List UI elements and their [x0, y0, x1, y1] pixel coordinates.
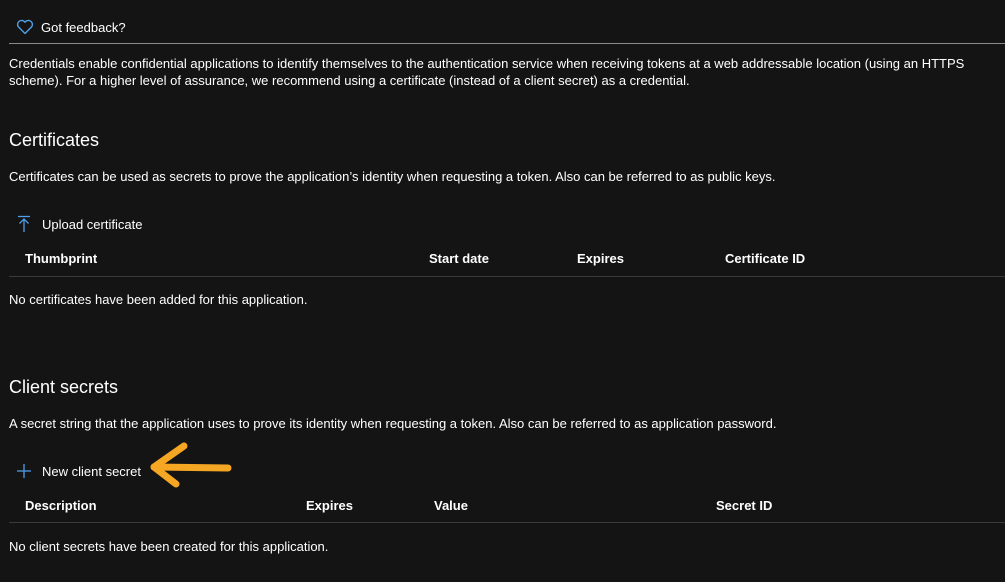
column-start-date[interactable]: Start date: [429, 251, 489, 266]
toolbar-divider: [9, 43, 1005, 44]
column-description[interactable]: Description: [25, 498, 97, 513]
certificates-description: Certificates can be used as secrets to p…: [9, 169, 776, 184]
command-bar: Got feedback?: [0, 0, 1005, 44]
client-secrets-description: A secret string that the application use…: [9, 416, 777, 431]
upload-certificate-label: Upload certificate: [42, 216, 143, 232]
feedback-button[interactable]: Got feedback?: [16, 16, 126, 38]
credentials-intro: Credentials enable confidential applicat…: [9, 56, 965, 88]
client-secrets-title: Client secrets: [9, 377, 119, 397]
annotation-arrow-icon: [150, 442, 232, 488]
certificates-header-separator: [9, 276, 1005, 277]
new-client-secret-button[interactable]: New client secret: [16, 460, 141, 482]
client-secrets-header-separator: [9, 522, 1005, 523]
column-secret-id[interactable]: Secret ID: [716, 498, 772, 513]
column-expires[interactable]: Expires: [577, 251, 624, 266]
certificates-title: Certificates: [9, 130, 100, 150]
column-secret-expires[interactable]: Expires: [306, 498, 353, 513]
new-client-secret-label: New client secret: [42, 463, 141, 479]
column-thumbprint[interactable]: Thumbprint: [25, 251, 97, 266]
feedback-label: Got feedback?: [41, 19, 126, 35]
certificates-empty-message: No certificates have been added for this…: [9, 292, 308, 307]
heart-icon: [16, 19, 34, 35]
column-value[interactable]: Value: [434, 498, 468, 513]
upload-icon: [16, 215, 32, 233]
upload-certificate-button[interactable]: Upload certificate: [16, 213, 142, 235]
client-secrets-empty-message: No client secrets have been created for …: [9, 539, 329, 554]
column-certificate-id[interactable]: Certificate ID: [725, 251, 805, 266]
plus-icon: [16, 463, 32, 479]
